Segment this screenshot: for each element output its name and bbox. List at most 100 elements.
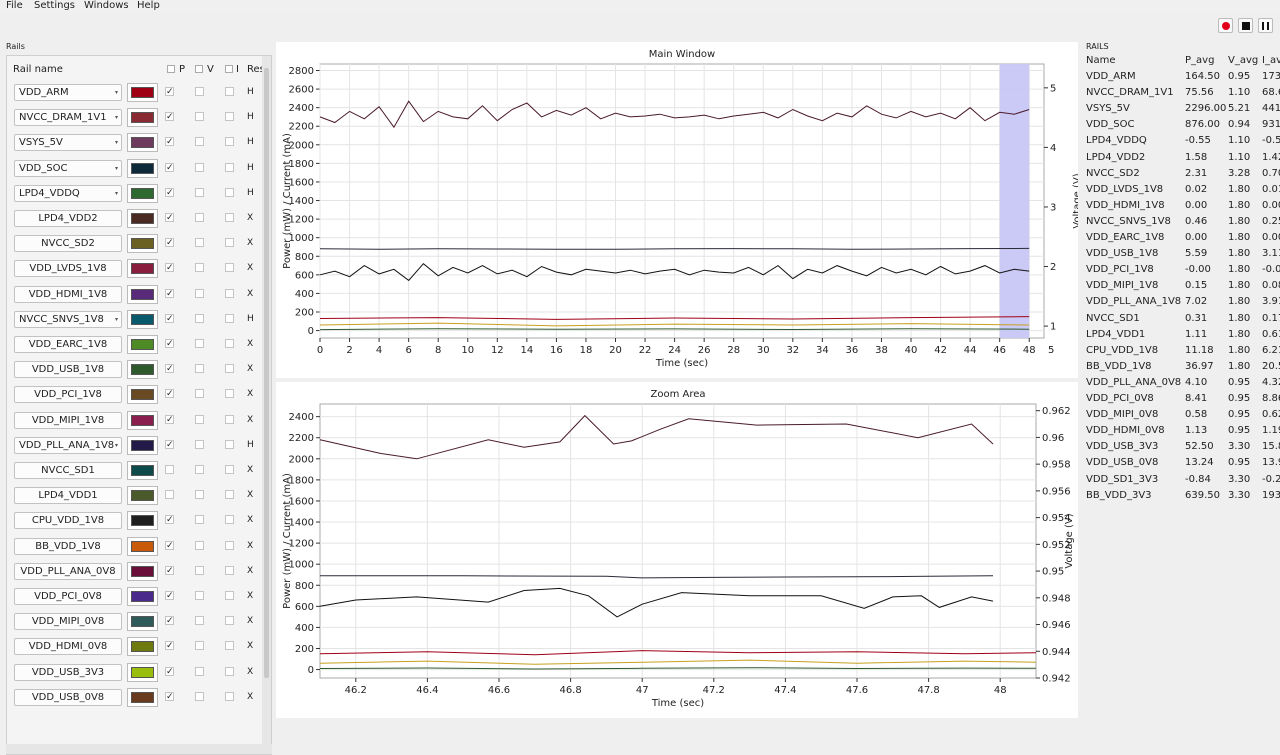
rail-v-checkbox[interactable] (195, 162, 204, 172)
rail-p-checkbox[interactable]: ✓ (165, 616, 174, 626)
rail-v-checkbox[interactable] (195, 540, 204, 550)
menu-help[interactable]: Help (137, 0, 160, 12)
rail-p-checkbox[interactable]: ✓ (165, 187, 174, 197)
rail-name-button[interactable]: NVCC_SNVS_1V8 ▾ (14, 310, 122, 328)
rail-v-checkbox[interactable] (195, 339, 204, 348)
rail-p-checkbox[interactable]: ✓ (165, 389, 174, 399)
rail-name-button[interactable]: VDD_PLL_ANA_0V8 (14, 562, 122, 580)
rail-i-checkbox[interactable] (225, 691, 234, 701)
rail-i-checkbox[interactable] (225, 666, 234, 676)
rail-name-button[interactable]: VDD_LVDS_1V8 (14, 260, 122, 278)
rail-color-button[interactable] (127, 385, 158, 405)
rail-p-checkbox[interactable]: ✓ (165, 137, 174, 147)
rail-i-checkbox[interactable] (225, 515, 234, 525)
menu-settings[interactable]: Settings (34, 0, 75, 12)
rail-color-button[interactable] (127, 561, 158, 581)
rail-v-checkbox[interactable] (195, 112, 204, 122)
rail-i-checkbox[interactable] (225, 591, 234, 600)
rail-color-button[interactable] (127, 259, 158, 279)
rail-p-checkbox[interactable]: ✓ (165, 641, 174, 651)
rail-i-checkbox[interactable] (225, 465, 234, 474)
stop-button[interactable] (1238, 18, 1253, 33)
rail-name-button[interactable]: VDD_PCI_1V8 (14, 386, 122, 404)
rail-v-checkbox[interactable] (195, 238, 204, 248)
rail-i-checkbox[interactable] (225, 565, 234, 575)
rail-p-checkbox[interactable]: ✓ (165, 213, 174, 223)
rail-v-checkbox[interactable] (195, 313, 204, 323)
rail-i-checkbox[interactable] (225, 313, 234, 323)
rail-i-checkbox[interactable] (225, 112, 234, 122)
rail-i-checkbox[interactable] (225, 439, 234, 449)
rail-v-checkbox[interactable] (195, 465, 204, 474)
rail-i-checkbox[interactable] (225, 238, 234, 248)
rail-name-button[interactable]: VDD_MIPI_0V8 (14, 613, 122, 631)
rail-v-checkbox[interactable] (195, 439, 204, 449)
menu-windows[interactable]: Windows (84, 0, 129, 12)
rail-p-checkbox[interactable]: ✓ (165, 439, 174, 449)
rail-name-button[interactable]: NVCC_DRAM_1V1 ▾ (14, 109, 122, 127)
rail-name-button[interactable]: VSYS_5V ▾ (14, 134, 122, 152)
rail-color-button[interactable] (127, 435, 158, 455)
rail-v-checkbox[interactable] (195, 187, 204, 197)
rail-i-checkbox[interactable] (225, 213, 234, 222)
rail-name-button[interactable]: VDD_EARC_1V8 (14, 336, 122, 353)
rail-name-button[interactable]: VDD_PCI_0V8 (14, 588, 122, 605)
rail-p-checkbox[interactable]: ✓ (165, 666, 174, 676)
record-button[interactable] (1218, 18, 1233, 33)
rail-v-checkbox[interactable] (195, 616, 204, 626)
rail-v-checkbox[interactable] (195, 137, 204, 147)
rail-color-button[interactable] (127, 461, 158, 480)
header-v-checkbox[interactable] (195, 65, 203, 73)
rail-name-button[interactable]: LPD4_VDD1 (14, 487, 122, 505)
rail-i-checkbox[interactable] (225, 137, 234, 147)
rail-i-checkbox[interactable] (225, 288, 234, 298)
rail-i-checkbox[interactable] (225, 389, 234, 399)
rail-name-button[interactable]: VDD_MIPI_1V8 (14, 411, 122, 429)
rails-horizontal-scrollbar[interactable] (6, 744, 272, 754)
menu-file[interactable]: File (6, 0, 23, 12)
rail-p-checkbox[interactable]: ✓ (165, 540, 174, 550)
rail-color-button[interactable] (127, 536, 158, 556)
rail-name-button[interactable]: NVCC_SD1 (14, 462, 122, 479)
rail-p-checkbox[interactable]: ✓ (165, 87, 174, 97)
rail-p-checkbox[interactable] (165, 490, 174, 500)
zoom-area-chart[interactable]: Zoom Area0200400600800100012001400160018… (276, 382, 1078, 718)
rail-v-checkbox[interactable] (195, 87, 204, 96)
main-window-plot[interactable]: Main Window 0 200 400 600 800 1000 1200 1400 1600… (276, 42, 1078, 378)
rail-p-checkbox[interactable] (165, 465, 174, 474)
rail-v-checkbox[interactable] (195, 263, 204, 273)
rail-v-checkbox[interactable] (195, 591, 204, 600)
rail-color-button[interactable] (127, 83, 158, 102)
rail-i-checkbox[interactable] (225, 263, 234, 273)
rail-color-button[interactable] (127, 108, 158, 128)
rail-color-button[interactable] (127, 183, 158, 203)
rail-p-checkbox[interactable]: ✓ (165, 339, 174, 349)
rail-v-checkbox[interactable] (195, 490, 204, 500)
rail-name-button[interactable]: VDD_SOC ▾ (14, 159, 122, 177)
rail-color-button[interactable] (127, 637, 158, 657)
rail-name-button[interactable]: LPD4_VDD2 (14, 210, 122, 227)
rail-i-checkbox[interactable] (225, 616, 234, 626)
rail-v-checkbox[interactable] (195, 641, 204, 651)
rail-p-checkbox[interactable]: ✓ (165, 112, 174, 122)
rail-i-checkbox[interactable] (225, 490, 234, 500)
rail-p-checkbox[interactable]: ✓ (165, 591, 174, 601)
rail-color-button[interactable] (127, 410, 158, 430)
rail-name-button[interactable]: CPU_VDD_1V8 (14, 512, 122, 530)
zoom-area-plot[interactable]: Zoom Area 0 200 400 600 800 1000 1200 1400 1600 18… (276, 382, 1078, 718)
rail-p-checkbox[interactable]: ✓ (165, 414, 174, 424)
rail-v-checkbox[interactable] (195, 414, 204, 424)
rail-p-checkbox[interactable]: ✓ (165, 263, 174, 273)
rail-i-checkbox[interactable] (225, 87, 234, 96)
rail-p-checkbox[interactable]: ✓ (165, 515, 174, 525)
pause-button[interactable] (1258, 18, 1273, 33)
rail-v-checkbox[interactable] (195, 364, 204, 374)
rail-p-checkbox[interactable]: ✓ (165, 238, 174, 248)
rail-name-button[interactable]: VDD_HDMI_1V8 (14, 285, 122, 303)
rail-color-button[interactable] (127, 612, 158, 632)
rail-v-checkbox[interactable] (195, 389, 204, 399)
rail-name-button[interactable]: NVCC_SD2 (14, 235, 122, 253)
rail-v-checkbox[interactable] (195, 691, 204, 701)
rail-p-checkbox[interactable]: ✓ (165, 691, 174, 701)
rail-i-checkbox[interactable] (225, 414, 234, 424)
